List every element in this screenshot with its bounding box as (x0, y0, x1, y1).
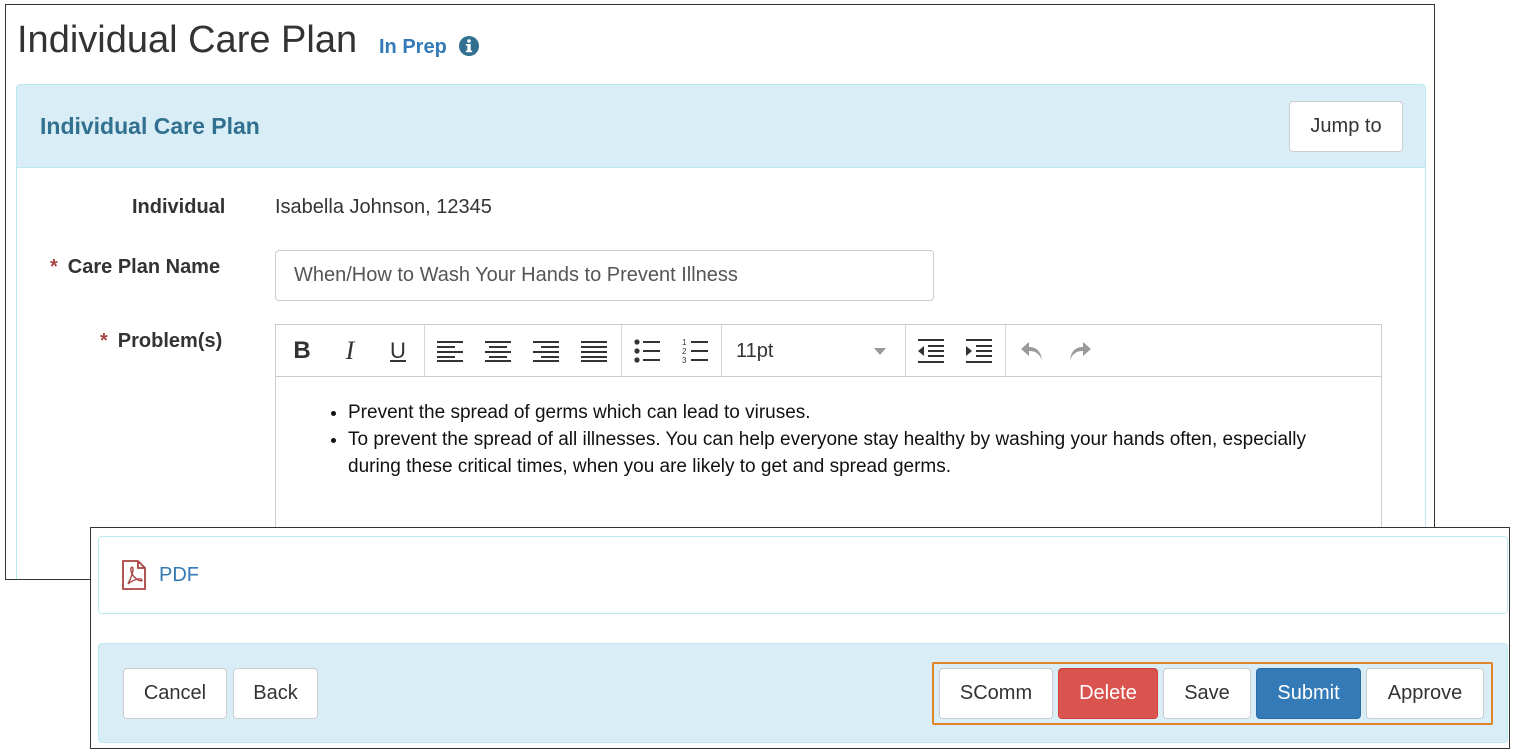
indent-group (906, 325, 1006, 376)
individual-label: Individual (132, 196, 226, 218)
panel-title: Individual Care Plan (40, 113, 260, 139)
problems-label-text: Problem(s) (117, 330, 223, 352)
approve-button[interactable]: Approve (1366, 668, 1484, 719)
attachments-panel: PDF (98, 536, 1508, 614)
delete-button[interactable]: Delete (1058, 668, 1158, 719)
align-left-icon[interactable] (434, 335, 466, 367)
undo-icon[interactable] (1016, 335, 1048, 367)
pdf-link[interactable]: PDF (159, 564, 199, 587)
panel-heading: Individual Care Plan Jump to (17, 85, 1425, 168)
pdf-file-icon[interactable] (121, 560, 147, 590)
individual-value: Isabella Johnson, 12345 (275, 196, 492, 218)
svg-text:1: 1 (682, 338, 687, 347)
svg-text:3: 3 (682, 356, 687, 364)
list-item: Prevent the spread of germs which can le… (348, 399, 1321, 426)
back-button[interactable]: Back (233, 668, 318, 719)
status-label: In Prep (379, 36, 447, 58)
cancel-button[interactable]: Cancel (123, 668, 227, 719)
form-footer: Cancel Back SComm Delete Save Submit App… (98, 643, 1508, 743)
list-item: To prevent the spread of all illnesses. … (348, 426, 1321, 480)
care-plan-name-label-text: Care Plan Name (67, 256, 221, 278)
scomm-button[interactable]: SComm (939, 668, 1053, 719)
svg-text:2: 2 (682, 347, 687, 356)
redo-icon[interactable] (1064, 335, 1096, 367)
italic-icon[interactable]: I (334, 335, 366, 367)
format-group: B I U (276, 325, 425, 376)
bullet-list-icon[interactable] (631, 335, 663, 367)
care-plan-name-input[interactable] (275, 250, 934, 301)
care-plan-window: Individual Care Plan In Prep Individual … (5, 4, 1435, 580)
chevron-down-icon (874, 348, 886, 355)
numbered-list-icon[interactable]: 123 (679, 335, 711, 367)
editor-toolbar: B I U 1 2 3 11pt (276, 325, 1381, 377)
page-title: Individual Care Plan (17, 19, 358, 61)
save-button[interactable]: Save (1163, 668, 1251, 719)
outdent-icon[interactable] (915, 335, 947, 367)
bold-icon[interactable]: B (286, 335, 318, 367)
font-size-select[interactable]: 11pt (722, 325, 906, 376)
submit-button[interactable]: Submit (1256, 668, 1361, 719)
list-group: 123 (622, 325, 722, 376)
required-marker: * (100, 330, 108, 352)
align-center-icon[interactable] (482, 335, 514, 367)
problems-bullet-list: Prevent the spread of germs which can le… (326, 399, 1321, 480)
font-size-value: 11pt (736, 340, 774, 362)
history-group (1006, 325, 1116, 376)
align-right-icon[interactable] (530, 335, 562, 367)
indent-icon[interactable] (963, 335, 995, 367)
align-group (425, 325, 622, 376)
problems-label: * Problem(s) (100, 330, 222, 353)
action-buttons-group: SComm Delete Save Submit Approve (932, 662, 1493, 725)
info-circle-icon[interactable] (458, 35, 480, 57)
required-marker: * (50, 256, 58, 278)
care-plan-panel: Individual Care Plan Jump to Individual … (16, 84, 1426, 579)
justify-icon[interactable] (578, 335, 610, 367)
actions-window: PDF Cancel Back SComm Delete Save Submit… (90, 527, 1510, 749)
care-plan-name-label: * Care Plan Name (50, 256, 220, 279)
jump-to-button[interactable]: Jump to (1289, 101, 1403, 152)
underline-icon[interactable]: U (382, 335, 414, 367)
